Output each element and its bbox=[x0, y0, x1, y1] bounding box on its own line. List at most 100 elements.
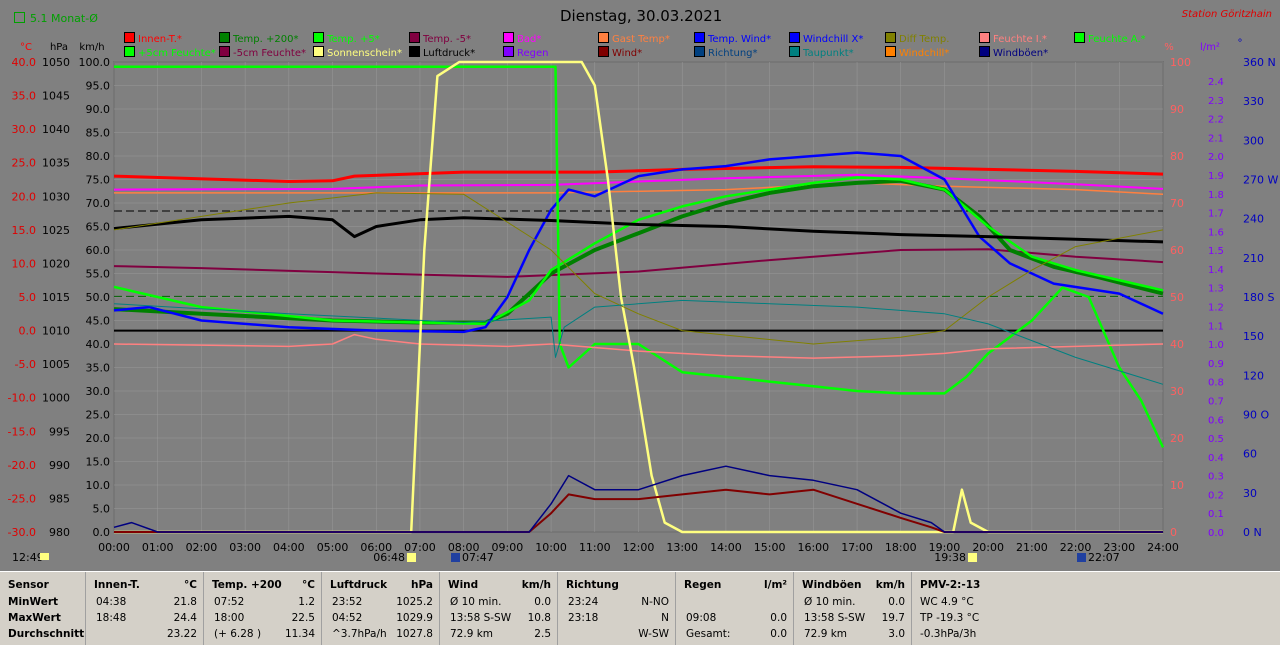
stats-value: 10.8 bbox=[527, 612, 551, 624]
rain-tick-label: 0.3 bbox=[1208, 472, 1224, 483]
rain-tick-label: 1.2 bbox=[1208, 303, 1224, 314]
wind-tick-label: 45.0 bbox=[86, 315, 111, 328]
temp-tick-label: 0.0 bbox=[19, 325, 37, 338]
pressure-tick-label: 1050 bbox=[42, 56, 70, 69]
stats-wind: Wind km/h Ø 10 min. 0.0 13:58 S-SW 10.8 72.9 k… bbox=[439, 572, 557, 645]
stats-time: 07:52 bbox=[214, 596, 245, 608]
pressure-tick-label: 1030 bbox=[42, 190, 70, 203]
x-tick-label: 22:00 bbox=[1060, 541, 1092, 554]
sunset-icon bbox=[968, 553, 977, 562]
humidity-tick-label: 80 bbox=[1170, 150, 1184, 163]
stats-value: 19.7 bbox=[881, 612, 905, 624]
rain-tick-label: 0.5 bbox=[1208, 434, 1224, 445]
temp-tick-label: -5.0 bbox=[15, 358, 36, 371]
row-label-avg: Durchschnitt bbox=[8, 628, 85, 640]
stats-unit: km/h bbox=[875, 579, 905, 591]
sun-marker-label: 22:07 bbox=[1088, 551, 1120, 564]
rain-tick-label: 2.0 bbox=[1208, 152, 1224, 163]
row-label-max: MaxWert bbox=[8, 612, 61, 624]
stats-header: Windböen bbox=[802, 579, 862, 591]
stats-time: (+ 6.28 ) bbox=[214, 628, 262, 640]
station-name: Station Göritzhain bbox=[1181, 9, 1272, 20]
sun-marker-label: 19:38 bbox=[934, 551, 966, 564]
stats-header: Innen-T. bbox=[94, 579, 140, 591]
stats-header: Regen bbox=[684, 579, 722, 591]
humidity-tick-label: 0 bbox=[1170, 526, 1177, 539]
wind-tick-label: 85.0 bbox=[86, 127, 111, 140]
stats-value: W-SW bbox=[638, 628, 669, 640]
rain-tick-label: 2.2 bbox=[1208, 115, 1224, 126]
rain-tick-label: 1.5 bbox=[1208, 246, 1224, 257]
humidity-tick-label: 10 bbox=[1170, 479, 1184, 492]
temp-tick-label: 10.0 bbox=[12, 257, 37, 270]
stats-value: 1.2 bbox=[298, 596, 315, 608]
direction-tick-label: 90 O bbox=[1243, 409, 1269, 422]
axis-header-rain: l/m² bbox=[1200, 42, 1220, 53]
humidity-tick-label: 30 bbox=[1170, 385, 1184, 398]
rain-tick-label: 0.4 bbox=[1208, 453, 1224, 464]
x-tick-label: 24:00 bbox=[1147, 541, 1179, 554]
wind-tick-label: 30.0 bbox=[86, 385, 111, 398]
pressure-tick-label: 1015 bbox=[42, 291, 70, 304]
stats-value: 0.0 bbox=[534, 596, 551, 608]
temp-tick-label: -30.0 bbox=[8, 526, 36, 539]
direction-tick-label: 330 bbox=[1243, 95, 1264, 108]
stats-value: 0.0 bbox=[770, 612, 787, 624]
stats-value: 2.5 bbox=[534, 628, 551, 640]
direction-tick-label: 300 bbox=[1243, 134, 1264, 147]
wind-tick-label: 40.0 bbox=[86, 338, 111, 351]
stats-value: 24.4 bbox=[173, 612, 197, 624]
stats-header: Sensor bbox=[8, 579, 49, 591]
humidity-tick-label: 100 bbox=[1170, 56, 1191, 69]
checkbox-icon[interactable] bbox=[14, 12, 25, 23]
stats-unit: km/h bbox=[521, 579, 551, 591]
temp-tick-label: 35.0 bbox=[12, 90, 37, 103]
pressure-tick-label: 1000 bbox=[42, 392, 70, 405]
x-tick-label: 01:00 bbox=[142, 541, 174, 554]
axis-header-humidity: % bbox=[1164, 42, 1174, 53]
sun-marker-label: 12:49 bbox=[12, 551, 44, 564]
pressure-tick-label: 1005 bbox=[42, 358, 70, 371]
temp-tick-label: -15.0 bbox=[8, 425, 36, 438]
rain-tick-label: 2.4 bbox=[1208, 77, 1224, 88]
stats-time: 04:38 bbox=[96, 596, 127, 608]
pressure-tick-label: 995 bbox=[49, 425, 70, 438]
wind-tick-label: 55.0 bbox=[86, 268, 111, 281]
stats-time: 72.9 km bbox=[804, 628, 848, 640]
temp-tick-label: -10.0 bbox=[8, 392, 36, 405]
stats-time: Gesamt: bbox=[686, 628, 731, 640]
direction-tick-label: 150 bbox=[1243, 330, 1264, 343]
rain-tick-label: 0.6 bbox=[1208, 415, 1224, 426]
stats-sensor: Sensor MinWert MaxWert Durchschnitt bbox=[0, 572, 85, 645]
x-tick-label: 16:00 bbox=[797, 541, 829, 554]
temp-tick-label: -20.0 bbox=[8, 459, 36, 472]
pressure-tick-label: 1040 bbox=[42, 123, 70, 136]
wind-tick-label: 80.0 bbox=[86, 150, 111, 163]
rain-tick-label: 2.1 bbox=[1208, 133, 1224, 144]
x-tick-label: 05:00 bbox=[317, 541, 349, 554]
rain-tick-label: 1.8 bbox=[1208, 190, 1224, 201]
stats-time: 23:18 bbox=[568, 612, 599, 624]
stats-richtung: Richtung 23:24 N-NO 23:18 N W-SW bbox=[557, 572, 675, 645]
axis-header-pressure: hPa bbox=[50, 42, 68, 53]
axis-header-wind: km/h bbox=[79, 42, 104, 53]
x-tick-label: 04:00 bbox=[273, 541, 305, 554]
rain-tick-label: 2.3 bbox=[1208, 96, 1224, 107]
humidity-tick-label: 70 bbox=[1170, 197, 1184, 210]
stats-innen: Innen-T. °C 04:38 21.8 18:48 24.4 23.22 bbox=[85, 572, 203, 645]
sun-marker-label: 06:48 bbox=[373, 551, 405, 564]
row-label-min: MinWert bbox=[8, 596, 59, 608]
stats-time: 04:52 bbox=[332, 612, 363, 624]
pressure-tick-label: 1035 bbox=[42, 157, 70, 170]
stats-unit: °C bbox=[302, 579, 315, 591]
chart-title: Dienstag, 30.03.2021 bbox=[560, 7, 723, 25]
sun-marker-icon bbox=[40, 553, 49, 560]
stats-header: Wind bbox=[448, 579, 479, 591]
x-tick-label: 07:00 bbox=[404, 541, 436, 554]
stats-time: 09:08 bbox=[686, 612, 717, 624]
monat-toggle[interactable]: 5.1 Monat-Ø bbox=[14, 12, 98, 25]
stats-value: WC 4.9 °C bbox=[920, 596, 974, 608]
stats-value: 21.8 bbox=[173, 596, 197, 608]
rain-tick-label: 0.1 bbox=[1208, 509, 1224, 520]
pressure-tick-label: 1025 bbox=[42, 224, 70, 237]
